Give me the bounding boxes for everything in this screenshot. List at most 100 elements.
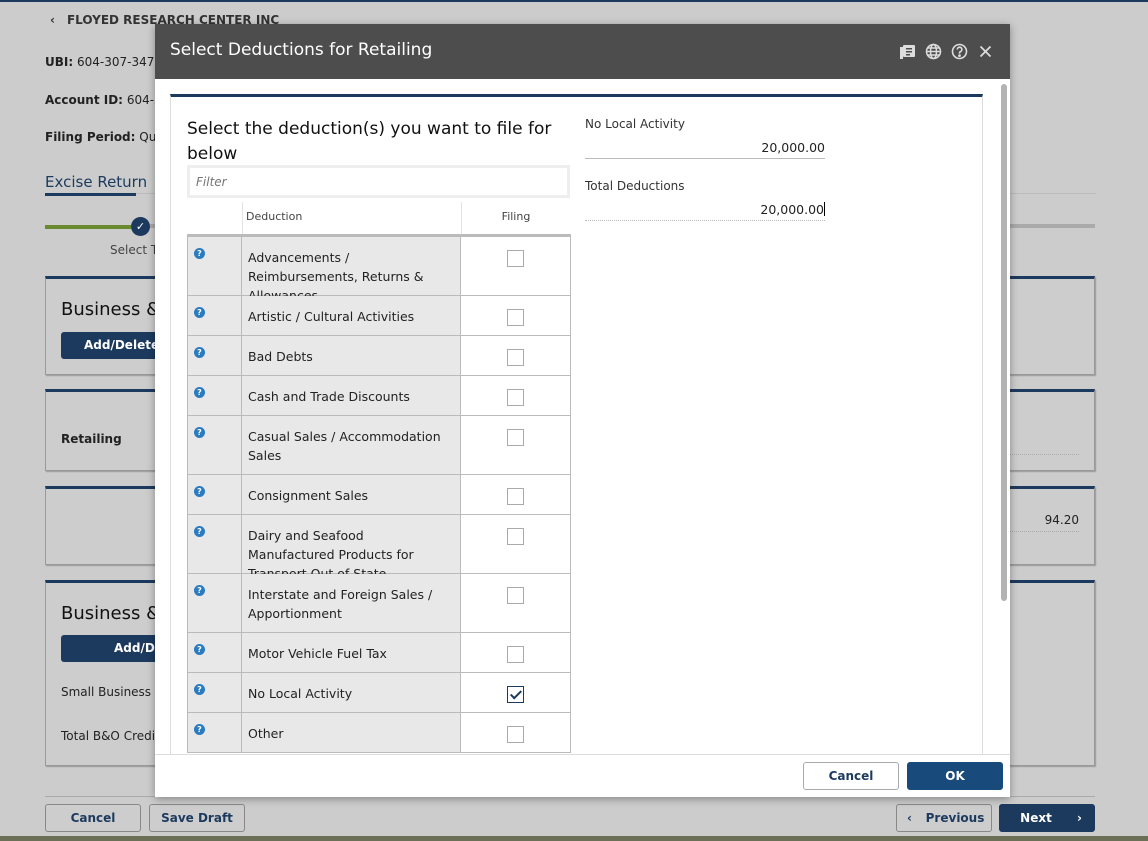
column-header-filing[interactable]: Filing xyxy=(461,200,571,234)
help-circle-icon[interactable]: ? xyxy=(194,684,205,695)
filing-checkbox[interactable] xyxy=(507,429,524,446)
amount-value: 94.20 xyxy=(1044,513,1079,527)
help-circle-icon[interactable]: ? xyxy=(194,724,205,735)
filter-container xyxy=(187,165,570,198)
background-image-strip xyxy=(0,836,1148,841)
retailing-label: Retailing xyxy=(61,432,122,446)
deduction-label: Artistic / Cultural Activities xyxy=(242,296,461,335)
deduction-label: Casual Sales / Accommodation Sales xyxy=(242,416,461,474)
deduction-label: Cash and Trade Discounts xyxy=(242,376,461,415)
total-deductions-field[interactable]: 20,000.00 xyxy=(585,199,825,221)
help-cell: ? xyxy=(187,416,242,474)
book-icon[interactable] xyxy=(899,43,916,60)
table-body: ? Advancements / Reimbursements, Returns … xyxy=(187,237,571,753)
filing-checkbox[interactable] xyxy=(507,349,524,366)
table-row: ? Other xyxy=(187,713,571,753)
small-business-credit-label: Small Business Cr xyxy=(61,685,169,699)
modal-cancel-button[interactable]: Cancel xyxy=(803,762,899,790)
filing-checkbox[interactable] xyxy=(507,309,524,326)
help-circle-icon[interactable]: ? xyxy=(194,387,205,398)
period-label: Filing Period: xyxy=(45,130,136,144)
close-icon[interactable] xyxy=(977,43,994,60)
dotted-rule xyxy=(1009,531,1079,532)
help-cell: ? xyxy=(187,673,242,712)
table-row: ? Bad Debts xyxy=(187,336,571,376)
total-bo-credit-label: Total B&O Credit xyxy=(61,729,160,743)
total-deductions-label: Total Deductions xyxy=(585,179,685,193)
filing-checkbox[interactable] xyxy=(507,488,524,505)
filter-input[interactable] xyxy=(190,168,567,195)
filing-checkbox[interactable] xyxy=(507,646,524,663)
filing-cell xyxy=(461,376,571,415)
help-circle-icon[interactable]: ? xyxy=(194,248,205,259)
table-row: ? Cash and Trade Discounts xyxy=(187,376,571,416)
help-circle-icon[interactable]: ? xyxy=(194,427,205,438)
no-local-activity-input[interactable]: 20,000.00 xyxy=(585,137,825,159)
filing-cell xyxy=(461,515,571,573)
modal-footer: Cancel OK xyxy=(155,754,1010,797)
modal-header: Select Deductions for Retailing xyxy=(155,24,1010,79)
previous-label: Previous xyxy=(925,811,985,825)
page-cancel-button[interactable]: Cancel xyxy=(45,804,141,832)
filing-cell xyxy=(461,237,571,295)
help-cell: ? xyxy=(187,237,242,295)
tab-excise-return[interactable]: Excise Return xyxy=(45,173,147,191)
chevron-left-icon: ‹ xyxy=(907,811,912,825)
help-cell: ? xyxy=(187,633,242,672)
scrollbar-thumb[interactable] xyxy=(1001,84,1007,601)
filing-checkbox[interactable] xyxy=(507,389,524,406)
table-row: ? Interstate and Foreign Sales / Apportio… xyxy=(187,574,571,633)
help-circle-icon[interactable]: ? xyxy=(194,486,205,497)
modal-ok-button[interactable]: OK xyxy=(907,762,1003,790)
globe-icon[interactable] xyxy=(925,43,942,60)
help-circle-icon[interactable]: ? xyxy=(194,644,205,655)
help-cell: ? xyxy=(187,713,242,752)
help-cell: ? xyxy=(187,475,242,514)
top-accent-bar xyxy=(0,0,1148,2)
deduction-label: Consignment Sales xyxy=(242,475,461,514)
column-separator xyxy=(242,202,243,234)
previous-button[interactable]: ‹ Previous xyxy=(896,804,992,832)
filing-checkbox[interactable] xyxy=(507,726,524,743)
modal-title: Select Deductions for Retailing xyxy=(170,40,433,60)
filing-cell xyxy=(461,296,571,335)
card-title: Business & xyxy=(61,299,161,320)
filing-cell xyxy=(461,336,571,375)
help-circle-icon[interactable]: ? xyxy=(194,347,205,358)
filing-cell xyxy=(461,475,571,514)
filing-cell xyxy=(461,673,571,712)
help-icon[interactable] xyxy=(951,43,968,60)
help-cell: ? xyxy=(187,336,242,375)
column-header-deduction[interactable]: Deduction xyxy=(246,200,302,234)
chevron-left-icon: ‹ xyxy=(50,13,55,27)
help-cell: ? xyxy=(187,574,242,632)
table-row: ? Consignment Sales xyxy=(187,475,571,515)
table-row: ? No Local Activity xyxy=(187,673,571,713)
save-draft-button[interactable]: Save Draft xyxy=(149,804,245,832)
filing-checkbox[interactable] xyxy=(507,686,524,703)
help-circle-icon[interactable]: ? xyxy=(194,526,205,537)
modal-body: Select the deduction(s) you want to file… xyxy=(170,94,983,754)
filing-cell xyxy=(461,713,571,752)
next-label: Next xyxy=(1020,811,1052,825)
table-row: ? Dairy and Seafood Manufactured Products… xyxy=(187,515,571,581)
deductions-table: Deduction Filing ? Advancements / Reimbur… xyxy=(187,200,571,753)
help-cell: ? xyxy=(187,376,242,415)
card-title: Business & xyxy=(61,603,161,624)
tab-underline xyxy=(45,193,136,196)
filing-checkbox[interactable] xyxy=(507,587,524,604)
deduction-label: Interstate and Foreign Sales / Apportion… xyxy=(242,574,461,632)
deduction-label: Other xyxy=(242,713,461,752)
ubi-value: 604-307-347 xyxy=(76,55,155,69)
text-caret xyxy=(824,202,825,216)
deduction-label: Advancements / Reimbursements, Returns &… xyxy=(242,237,461,303)
table-row: ? Casual Sales / Accommodation Sales xyxy=(187,416,571,475)
help-circle-icon[interactable]: ? xyxy=(194,307,205,318)
next-button[interactable]: Next › xyxy=(999,804,1095,832)
total-deductions-value: 20,000.00 xyxy=(760,202,824,217)
chevron-right-icon: › xyxy=(1077,811,1082,825)
help-circle-icon[interactable]: ? xyxy=(194,585,205,596)
dotted-rule xyxy=(1009,454,1079,455)
filing-checkbox[interactable] xyxy=(507,528,524,545)
filing-checkbox[interactable] xyxy=(507,250,524,267)
